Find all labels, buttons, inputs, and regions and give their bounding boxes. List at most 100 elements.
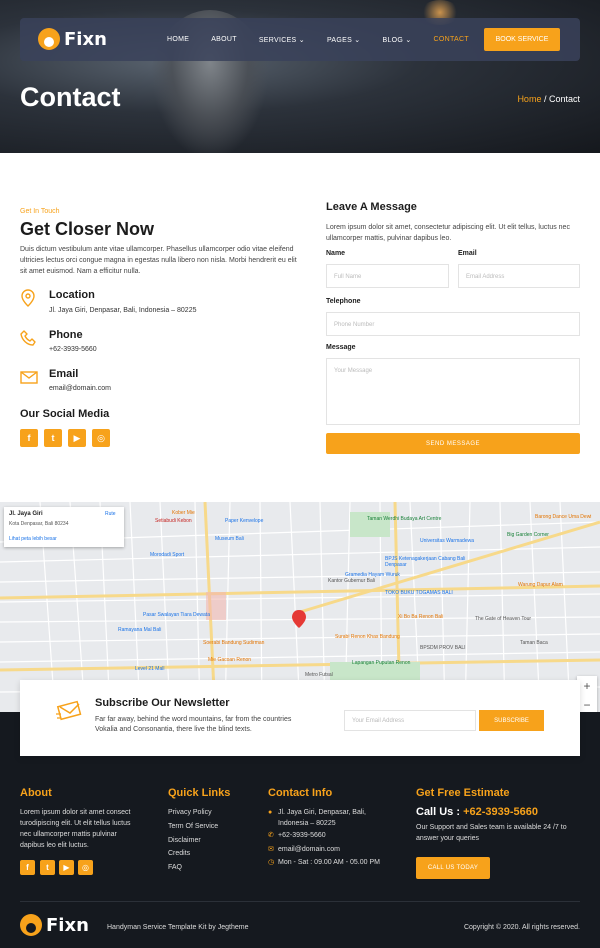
map-label: BPJS Ketenagakerjaan Cabang Bali Denpasa…: [385, 556, 466, 568]
call-us-today-button[interactable]: CALL US TODAY: [416, 857, 490, 879]
section-intro: Duis dictum vestibulum ante vitae ullamc…: [20, 246, 297, 275]
map-label: Big Garden Corner: [507, 532, 549, 538]
section-title: Get Closer Now: [20, 219, 155, 239]
chevron-down-icon: ⌄: [298, 36, 305, 44]
name-field[interactable]: Full Name: [326, 264, 449, 288]
logo[interactable]: Fixn: [38, 28, 107, 50]
map-label: Kantor Gubernur Bali: [328, 578, 375, 584]
footer-call-number[interactable]: +62-3939-5660: [463, 806, 538, 818]
phone-text: +62-3939-5660: [49, 346, 97, 353]
map-label: Paper Kenvelope: [225, 518, 264, 524]
map-label: Soerabi Bandung Sudirman: [203, 640, 265, 646]
footer-link-credits[interactable]: Credits: [168, 848, 190, 859]
instagram-icon[interactable]: ◎: [92, 429, 110, 447]
nav-item-blog-label: BLOG: [382, 36, 404, 44]
phone-heading: Phone: [49, 329, 83, 341]
phone-icon: ✆: [268, 832, 274, 839]
navbar: Fixn HOME ABOUT SERVICES ⌄ PAGES ⌄ BLOG …: [20, 18, 580, 61]
book-service-button[interactable]: BOOK SERVICE: [484, 28, 560, 51]
newsletter-heading: Subscribe Our Newsletter: [95, 697, 230, 709]
facebook-icon[interactable]: f: [20, 429, 38, 447]
nav-item-blog[interactable]: BLOG ⌄: [382, 36, 411, 44]
instagram-icon[interactable]: ◎: [78, 860, 93, 875]
breadcrumb: Home / Contact: [517, 94, 580, 104]
nav-item-services-label: SERVICES: [258, 36, 297, 44]
chevron-down-icon: ⌄: [354, 36, 361, 44]
map-label: Mie Gacoan Renon: [208, 657, 252, 663]
copyright: Copyright © 2020. All rights reserved.: [463, 924, 580, 931]
map-label: Surabi Renon Khas Bandung: [335, 634, 400, 640]
form-heading: Leave A Message: [326, 201, 417, 213]
map-label: Taman Werdhi Budaya Art Centre: [367, 516, 442, 522]
map-label: Universitas Warmadewa: [420, 538, 474, 544]
footer-contact-phone: +62-3939-5660: [278, 832, 326, 839]
nav-item-contact[interactable]: CONTACT: [434, 36, 469, 43]
email-text: email@domain.com: [49, 385, 111, 392]
map-route-link[interactable]: Rute: [105, 511, 116, 517]
footer-about-heading: About: [20, 787, 52, 799]
social-heading: Our Social Media: [20, 408, 110, 420]
map-zoom-control: + −: [577, 676, 597, 714]
location-heading: Location: [49, 289, 95, 301]
nav-item-services[interactable]: SERVICES ⌄: [259, 36, 305, 44]
map-pin-icon: ●: [268, 809, 273, 816]
map-place-title: Jl. Jaya Giri: [9, 511, 43, 517]
map-label: Ramayana Mal Bali: [118, 627, 162, 633]
footer-contact-email: email@domain.com: [278, 846, 340, 853]
map-label: Barong Dance Uma Dewi: [535, 514, 592, 520]
nav-item-pages[interactable]: PAGES ⌄: [327, 36, 361, 44]
footer-link-privacy[interactable]: Privacy Policy: [168, 807, 212, 818]
map-place-card: Jl. Jaya Giri Kota Denpasar, Bali 80234 …: [4, 507, 124, 547]
page-hero: Fixn HOME ABOUT SERVICES ⌄ PAGES ⌄ BLOG …: [0, 0, 600, 153]
email-label: Email: [458, 250, 477, 257]
main-nav: HOME ABOUT SERVICES ⌄ PAGES ⌄ BLOG ⌄ CON…: [167, 18, 491, 61]
twitter-icon[interactable]: t: [40, 860, 55, 875]
footer-estimate-heading: Get Free Estimate: [416, 787, 510, 799]
footer-link-disclaimer[interactable]: Disclaimer: [168, 835, 201, 846]
facebook-icon[interactable]: f: [20, 860, 35, 875]
twitter-icon[interactable]: t: [44, 429, 62, 447]
footer-about-text: Lorem ipsum dolor sit amet consect turod…: [20, 809, 131, 849]
footer-logo[interactable]: Fixn: [20, 914, 89, 936]
location-text: Jl. Jaya Giri, Denpasar, Bali, Indonesia…: [49, 307, 197, 314]
nav-item-about[interactable]: ABOUT: [211, 36, 237, 43]
newsletter-email-input[interactable]: Your Email Address: [344, 710, 476, 731]
map-pin-icon: [20, 289, 38, 307]
map-label: Warung Dapur Alam: [518, 582, 563, 588]
email-field[interactable]: Email Address: [458, 264, 580, 288]
nav-item-home[interactable]: HOME: [167, 36, 189, 43]
map-label: Metro Futsal: [305, 672, 333, 678]
map-label: The Gate of Heaven Tour: [475, 616, 532, 622]
envelope-icon: [20, 368, 38, 386]
hardhat-gear-icon: [20, 914, 42, 936]
zoom-in-button[interactable]: +: [577, 676, 597, 695]
hardhat-gear-icon: [38, 28, 60, 50]
map-label: Museum Bali: [215, 536, 244, 542]
logo-text: Fixn: [64, 28, 107, 50]
message-field[interactable]: Your Message: [326, 358, 580, 425]
chevron-down-icon: ⌄: [405, 36, 412, 44]
map-label: Morodadi Sport: [150, 552, 185, 558]
footer-contact-address: Jl. Jaya Giri, Denpasar, Bali, Indonesia…: [278, 809, 366, 827]
footer-call-line: Call Us : +62-3939-5660: [416, 806, 538, 818]
map-label: Level 21 Mall: [135, 666, 165, 672]
page-title: Contact: [20, 82, 121, 112]
subscribe-button[interactable]: SUBSCRIBE: [479, 710, 544, 731]
breadcrumb-home[interactable]: Home: [517, 94, 541, 104]
map-label: Pasar Swalayan Tiara Dewata: [143, 612, 210, 618]
send-message-button[interactable]: SEND MESSAGE: [326, 433, 580, 454]
footer-link-terms[interactable]: Term Of Service: [168, 821, 218, 832]
map-larger-link[interactable]: Lihat peta lebih besar: [9, 536, 57, 542]
footer-link-faq[interactable]: FAQ: [168, 862, 182, 873]
telephone-field[interactable]: Phone Number: [326, 312, 580, 336]
youtube-icon[interactable]: ▶: [68, 429, 86, 447]
map-label: Xi Bo Ba Renon Bali: [398, 614, 444, 620]
map-marker[interactable]: [292, 610, 306, 628]
youtube-icon[interactable]: ▶: [59, 860, 74, 875]
footer-contact-heading: Contact Info: [268, 787, 333, 799]
footer-logo-text: Fixn: [46, 914, 89, 936]
map-label: Setiabudi Kebon: [155, 518, 192, 524]
form-intro: Lorem ipsum dolor sit amet, consectetur …: [326, 224, 570, 242]
name-label: Name: [326, 250, 346, 257]
footer-divider: [20, 901, 580, 902]
